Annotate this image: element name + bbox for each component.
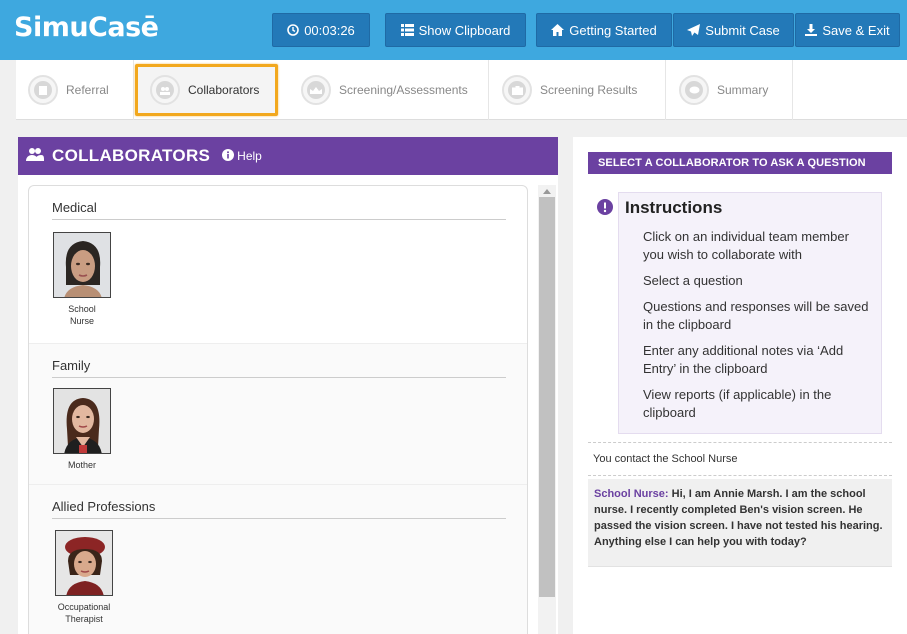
group-family: Family Mother [29,343,527,484]
group-title: Allied Professions [52,499,156,514]
info-icon [222,148,235,164]
step-screening-assessments[interactable]: Screening/Assessments [289,60,489,120]
collaborator-list: Medical School Nurse Family Mother Allie… [28,185,528,634]
group-divider [52,219,506,220]
save-exit-button[interactable]: Save & Exit [795,13,900,47]
send-icon [687,24,701,36]
instructions-box: Instructions Click on an individual team… [618,192,882,434]
avatar [53,232,111,298]
home-icon [551,24,565,36]
getting-started-label: Getting Started [569,22,657,38]
group-allied-professions: Allied Professions Occupational Therapis… [29,484,527,634]
alert-icon [597,199,613,220]
clipboard-icon [400,24,414,36]
contact-line: You contact the School Nurse [593,453,738,465]
collaborator-mother[interactable]: Mother [52,388,112,472]
show-clipboard-label: Show Clipboard [418,22,511,38]
instruction-item: Click on an individual team member you w… [643,229,849,262]
group-title: Family [52,358,91,373]
divider [588,475,892,476]
collaborators-header: COLLABORATORS Help [18,137,558,175]
submit-case-button[interactable]: Submit Case [673,13,794,47]
instruction-item: Questions and responses will be saved in… [643,299,869,332]
show-clipboard-button[interactable]: Show Clipboard [385,13,526,47]
scroll-thumb[interactable] [539,197,555,597]
collaborator-name-line2: Therapist [65,613,103,624]
timer-display: 00:03:26 [272,13,370,47]
results-icon [502,75,532,105]
step-referral[interactable]: Referral [16,60,134,120]
collaborator-scrollbar[interactable] [538,185,556,634]
users-icon [26,147,44,166]
collaborator-occupational-therapist[interactable]: Occupational Therapist [52,530,116,625]
step-label: Referral [66,83,109,97]
instruction-item: View reports (if applicable) in the clip… [643,387,832,420]
step-summary[interactable]: Summary [667,60,793,120]
help-label: Help [237,149,262,163]
collaborators-step-icon [150,75,180,105]
step-navigation: Referral Collaborators Screening/Assessm… [16,60,907,120]
panel-title: COLLABORATORS [52,146,211,165]
instruction-item: Enter any additional notes via ‘Add Entr… [643,343,844,376]
collaborator-name-line1: Mother [67,460,96,470]
collaborator-name-line1: School [68,304,96,314]
step-label: Screening Results [540,83,638,97]
group-divider [52,518,506,519]
download-icon [805,24,818,36]
step-label: Screening/Assessments [339,83,468,97]
app-logo: SimuCasē [14,12,159,43]
divider [588,442,892,443]
response-speaker: School Nurse: [594,488,669,500]
avatar [55,530,113,596]
instructions-title: Instructions [625,198,723,217]
submit-case-label: Submit Case [705,22,780,38]
collaborator-school-nurse[interactable]: School Nurse [52,232,112,327]
referral-icon [28,75,58,105]
collaborators-panel: COLLABORATORS Help Medical School Nurse … [18,137,558,634]
save-exit-label: Save & Exit [822,22,890,38]
assessment-icon [301,75,331,105]
collaborator-name-line1: Occupational [57,602,111,612]
step-label: Collaborators [188,83,260,97]
help-link[interactable]: Help [222,148,262,164]
step-collaborators[interactable]: Collaborators [135,64,278,116]
top-bar: SimuCasē 00:03:26 Show Clipboard Getting… [0,0,907,60]
avatar [53,388,111,454]
collaborator-response: School Nurse: Hi, I am Annie Marsh. I am… [588,479,892,567]
group-title: Medical [52,200,97,215]
step-screening-results[interactable]: Screening Results [490,60,666,120]
step-label: Summary [717,83,769,97]
summary-icon [679,75,709,105]
question-panel: SELECT A COLLABORATOR TO ASK A QUESTION … [573,137,907,634]
question-panel-header: SELECT A COLLABORATOR TO ASK A QUESTION [588,152,892,174]
timer-value: 00:03:26 [304,22,355,38]
group-medical: Medical School Nurse [29,186,527,343]
getting-started-button[interactable]: Getting Started [536,13,672,47]
collaborator-name-line2: Nurse [69,315,94,326]
instruction-item: Select a question [643,273,743,288]
clock-icon [287,24,299,36]
scroll-up-arrow-icon[interactable] [543,189,551,194]
group-divider [52,377,506,378]
